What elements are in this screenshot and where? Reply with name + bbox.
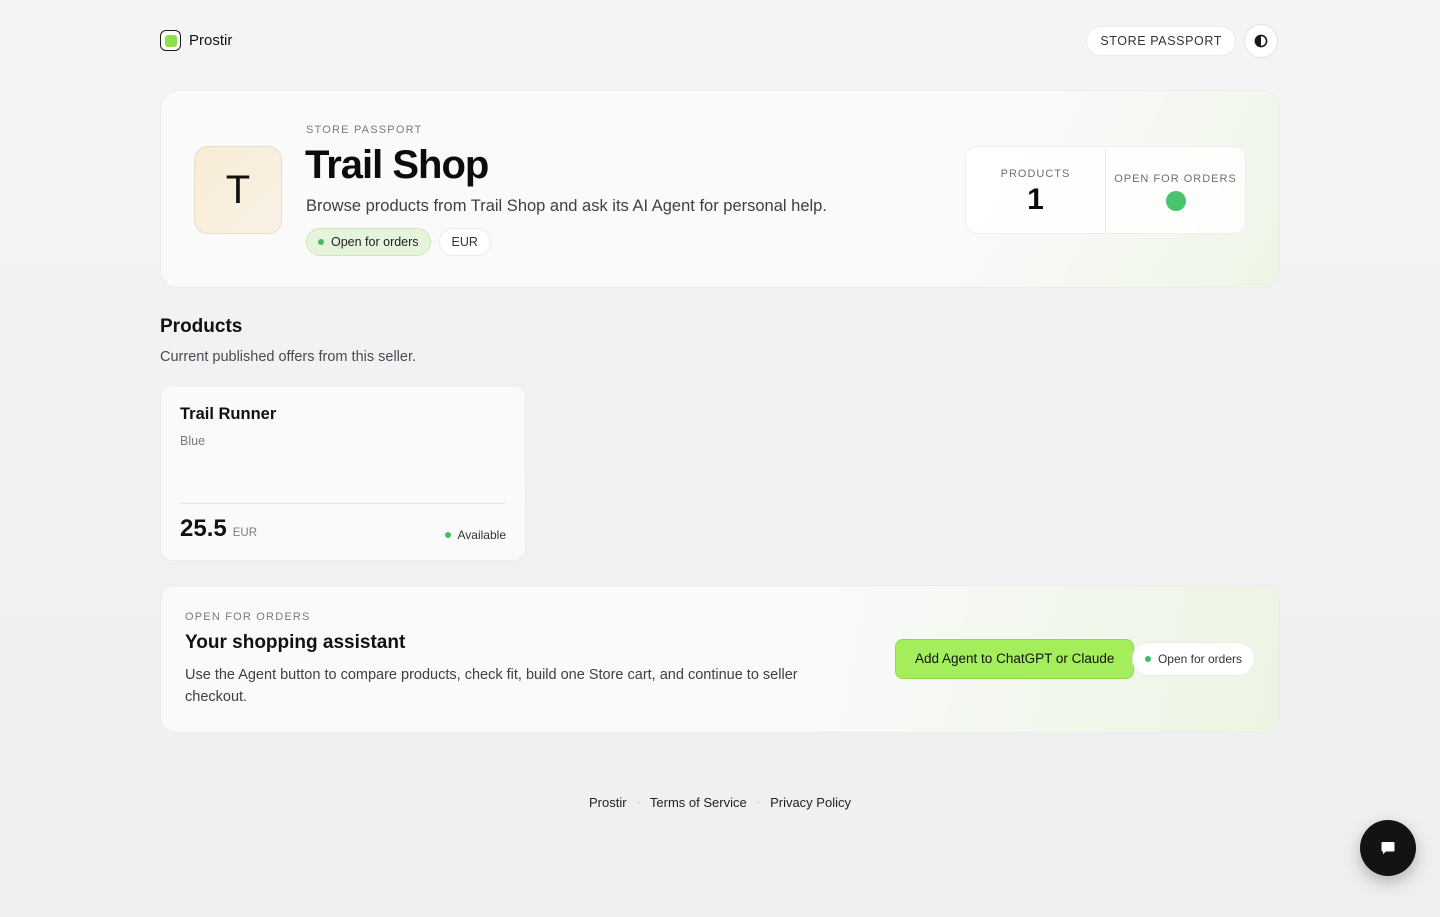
availability-label: Available <box>457 528 506 542</box>
footer-link-prostir[interactable]: Prostir <box>589 795 627 810</box>
add-agent-button[interactable]: Add Agent to ChatGPT or Claude <box>895 639 1135 679</box>
footer-link-terms[interactable]: Terms of Service <box>650 795 747 810</box>
product-card[interactable]: Trail Runner Blue 25.5 EUR Available <box>160 385 526 561</box>
products-stat-label: PRODUCTS <box>1000 168 1071 180</box>
open-status-indicator-icon <box>1165 191 1186 211</box>
contrast-icon <box>1254 34 1268 48</box>
status-dot-icon <box>318 239 324 245</box>
top-bar: Prostir STORE PASSPORT <box>160 24 1280 58</box>
shopping-assistant-card: OPEN FOR ORDERS Your shopping assistant … <box>160 585 1280 733</box>
store-passport-card: T STORE PASSPORT Trail Shop Browse produ… <box>160 90 1280 288</box>
assistant-kicker: OPEN FOR ORDERS <box>185 611 311 623</box>
currency-badge: EUR <box>438 228 491 256</box>
products-stat: PRODUCTS 1 <box>966 147 1105 233</box>
product-name: Trail Runner <box>180 405 277 423</box>
brand-name: Prostir <box>189 32 233 49</box>
products-heading: Products <box>160 316 243 337</box>
chat-bubble-icon <box>1381 842 1395 855</box>
product-variant: Blue <box>180 434 206 448</box>
chat-button[interactable] <box>1360 820 1416 876</box>
assistant-description: Use the Agent button to compare products… <box>185 667 798 705</box>
prostir-logo-icon <box>160 30 181 51</box>
footer-separator: · <box>756 797 761 808</box>
store-passport-pill[interactable]: STORE PASSPORT <box>1086 26 1236 56</box>
theme-toggle-button[interactable] <box>1244 24 1278 58</box>
availability-status: Available <box>444 528 506 542</box>
open-status-badge: Open for orders <box>306 228 431 256</box>
store-avatar: T <box>194 146 282 234</box>
product-price: 25.5 EUR <box>180 515 257 543</box>
price-value: 25.5 <box>180 515 227 542</box>
open-orders-stat: OPEN FOR ORDERS <box>1105 147 1245 233</box>
store-description: Browse products from Trail Shop and ask … <box>306 197 827 215</box>
footer: Prostir · Terms of Service · Privacy Pol… <box>0 795 1440 810</box>
products-stat-value: 1 <box>1027 183 1044 216</box>
assistant-status-dot-icon <box>1144 656 1151 662</box>
footer-separator: · <box>636 797 640 808</box>
products-subtitle: Current published offers from this selle… <box>160 349 417 365</box>
store-name: Trail Shop <box>305 143 489 187</box>
product-divider <box>180 503 506 504</box>
store-kicker: STORE PASSPORT <box>306 124 423 136</box>
assistant-status-label: Open for orders <box>1157 652 1242 666</box>
open-status-label: Open for orders <box>331 235 419 249</box>
store-badges: Open for orders EUR <box>306 228 491 256</box>
footer-link-privacy[interactable]: Privacy Policy <box>770 795 851 810</box>
open-orders-stat-label: OPEN FOR ORDERS <box>1114 173 1237 185</box>
brand-link[interactable]: Prostir <box>160 30 232 51</box>
assistant-status-badge: Open for orders <box>1131 642 1255 676</box>
availability-dot-icon <box>444 532 451 538</box>
store-stats: PRODUCTS 1 OPEN FOR ORDERS <box>965 146 1246 234</box>
assistant-title: Your shopping assistant <box>185 632 406 653</box>
price-currency: EUR <box>232 527 257 539</box>
